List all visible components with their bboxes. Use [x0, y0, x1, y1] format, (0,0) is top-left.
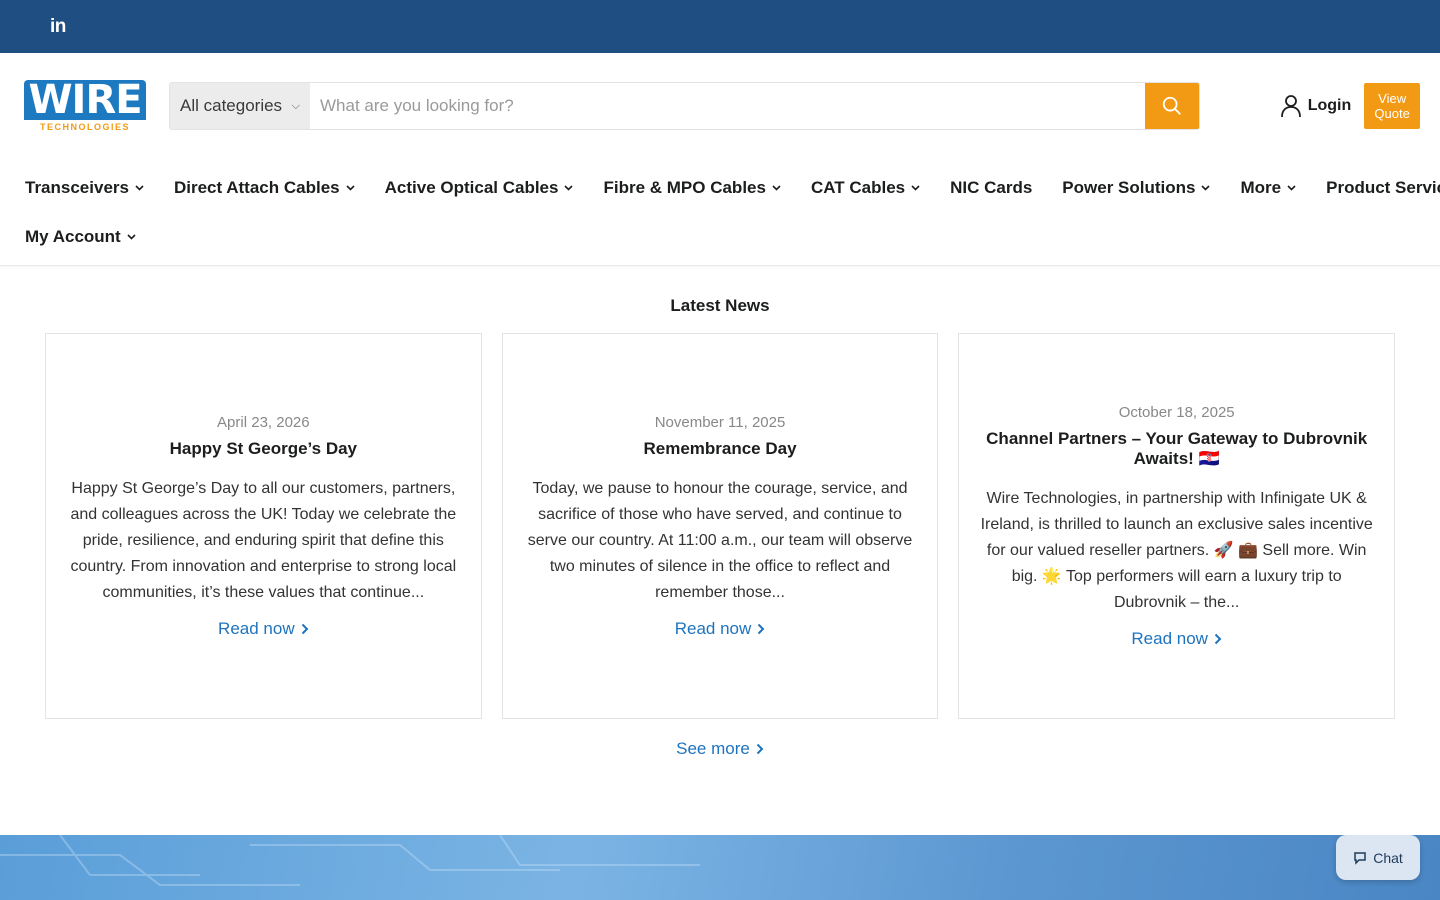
- footer-banner: Chat: [0, 835, 1440, 900]
- news-date: October 18, 2025: [1118, 403, 1235, 421]
- site-header: WIRE TECHNOLOGIES All categories ⌵ Login…: [0, 53, 1440, 159]
- circuit-pattern: [0, 835, 700, 886]
- read-now-link[interactable]: Read now: [1131, 629, 1222, 649]
- nav-item-active-optical-cables[interactable]: Active Optical Cables: [385, 178, 574, 198]
- nav-item-label: Direct Attach Cables: [173, 178, 340, 197]
- nav-item-product-services[interactable]: Product Services: [1326, 178, 1440, 198]
- nav-row-2: My Account: [25, 217, 1415, 266]
- user-icon: [1280, 95, 1301, 118]
- chevron-down-icon: [564, 183, 574, 194]
- category-select[interactable]: All categories ⌵: [170, 83, 310, 129]
- nav-item-label: NIC Cards: [950, 178, 1033, 197]
- news-card: November 11, 2025 Remembrance Day Today, w…: [501, 333, 939, 719]
- nav-item-label: Product Services: [1326, 178, 1440, 197]
- chat-bubble-icon: [1354, 851, 1366, 865]
- nav-item-power-solutions[interactable]: Power Solutions: [1062, 178, 1211, 198]
- news-excerpt: Today, we pause to honour the courage, s…: [527, 479, 913, 601]
- read-now-link[interactable]: Read now: [675, 619, 766, 639]
- read-now-label: Read now: [218, 618, 295, 638]
- chevron-right-icon: [756, 743, 764, 755]
- nav-item-cat-cables[interactable]: CAT Cables: [811, 178, 920, 198]
- news-excerpt: Happy St George’s Day to all our custome…: [70, 479, 457, 601]
- chevron-down-icon: [127, 232, 136, 243]
- news-excerpt: Wire Technologies, in partnership with I…: [980, 489, 1373, 611]
- news-date: April 23, 2026: [217, 413, 310, 431]
- chevron-right-icon: [758, 623, 765, 634]
- nav-item-direct-attach-cables[interactable]: Direct Attach Cables: [174, 178, 355, 198]
- nav-item-label: Transceivers: [25, 178, 129, 197]
- nav-row-1: Transceivers Direct Attach Cables Active O…: [25, 159, 1440, 217]
- chevron-down-icon: [1287, 183, 1296, 194]
- nav-item-label: Power Solutions: [1062, 178, 1196, 197]
- main-nav: Transceivers Direct Attach Cables Active O…: [0, 159, 1440, 266]
- search-input[interactable]: [310, 83, 1145, 129]
- nav-item-more[interactable]: More: [1240, 178, 1296, 198]
- view-quote-button[interactable]: View Quote: [1364, 83, 1420, 129]
- nav-item-label: My Account: [25, 227, 121, 246]
- chevron-down-icon: [1201, 183, 1211, 194]
- news-title[interactable]: Remembrance Day: [643, 439, 796, 459]
- read-now-link[interactable]: Read now: [218, 619, 309, 639]
- view-quote-label: View Quote: [1374, 91, 1410, 121]
- chevron-down-icon: [772, 183, 781, 194]
- chat-button[interactable]: Chat: [1336, 835, 1420, 880]
- login-link[interactable]: Login: [1280, 94, 1352, 118]
- news-title[interactable]: Happy St George’s Day: [170, 439, 357, 459]
- login-label: Login: [1307, 97, 1352, 114]
- chevron-down-icon: [346, 183, 355, 194]
- chevron-right-icon: [301, 623, 309, 634]
- nav-item-fibre-mpo-cables[interactable]: Fibre & MPO Cables: [603, 178, 781, 198]
- read-now-label: Read now: [674, 618, 752, 638]
- news-section-title: Latest News: [670, 296, 770, 315]
- chat-label: Chat: [1373, 849, 1403, 866]
- chevron-down-icon: [911, 183, 920, 194]
- nav-item-my-account[interactable]: My Account: [25, 227, 136, 247]
- nav-item-label: More: [1240, 178, 1282, 197]
- chevron-right-icon: [1214, 633, 1222, 644]
- read-now-label: Read now: [1131, 628, 1208, 648]
- chevron-down-icon: [135, 183, 144, 194]
- nav-item-label: CAT Cables: [810, 178, 906, 197]
- news-date: November 11, 2025: [654, 413, 786, 431]
- category-select-label: All categories: [180, 96, 283, 115]
- search-button[interactable]: [1144, 83, 1199, 129]
- top-bar: in: [0, 0, 1440, 53]
- search-icon: [1162, 96, 1181, 115]
- nav-item-nic-cards[interactable]: NIC Cards: [950, 178, 1032, 198]
- see-more-link[interactable]: See more: [0, 739, 1440, 759]
- chevron-down-icon: ⌵: [291, 99, 300, 112]
- logo-word: WIRE: [24, 80, 146, 120]
- news-card: October 18, 2025 Channel Partners – Your …: [958, 333, 1396, 719]
- news-card: April 23, 2026 Happy St George’s Day Happy…: [45, 333, 482, 719]
- logo-subtitle: TECHNOLOGIES: [39, 122, 130, 132]
- nav-item-transceivers[interactable]: Transceivers: [25, 178, 144, 198]
- news-title[interactable]: Channel Partners – Your Gateway to Dubro…: [979, 429, 1374, 469]
- news-cards: April 23, 2026 Happy St George’s Day Happy…: [0, 333, 1440, 719]
- site-logo[interactable]: WIRE TECHNOLOGIES: [24, 77, 146, 135]
- nav-item-label: Active Optical Cables: [384, 178, 559, 197]
- linkedin-icon[interactable]: in: [50, 16, 66, 38]
- nav-item-label: Fibre & MPO Cables: [603, 178, 766, 197]
- see-more-label: See more: [676, 739, 750, 758]
- search-bar: All categories ⌵: [169, 82, 1200, 130]
